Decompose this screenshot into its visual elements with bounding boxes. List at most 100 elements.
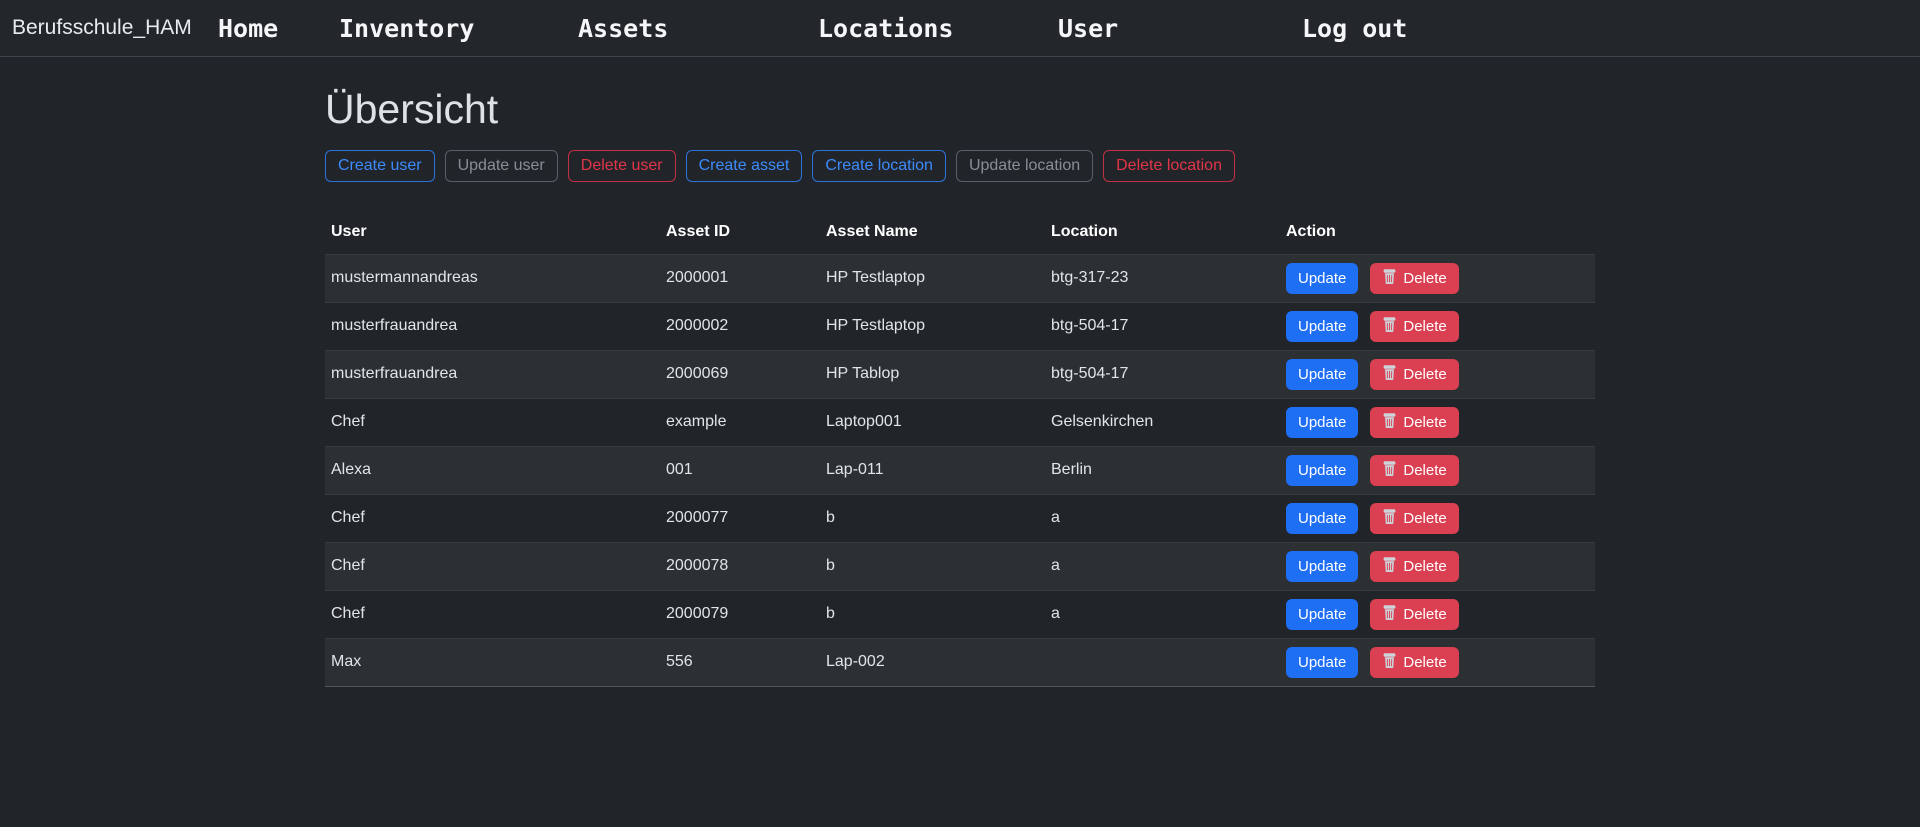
assets-table: User Asset ID Asset Name Location Action…	[325, 210, 1595, 687]
asset-id-cell: 556	[660, 638, 820, 686]
user-cell: musterfrauandrea	[325, 350, 660, 398]
asset-id-cell: 2000001	[660, 254, 820, 302]
update-button[interactable]: Update	[1286, 647, 1358, 678]
table-row: Max556Lap-002UpdateDelete	[325, 638, 1595, 686]
action-cell: Update Delete	[1280, 350, 1595, 398]
location-cell: btg-317-23	[1045, 254, 1280, 302]
trash-icon	[1382, 605, 1397, 621]
location-cell: a	[1045, 590, 1280, 638]
delete-button-label: Delete	[1403, 462, 1446, 479]
delete-button[interactable]: Delete	[1370, 407, 1458, 438]
user-cell: musterfrauandrea	[325, 302, 660, 350]
main-content: Übersicht Create user Update user Delete…	[325, 57, 1595, 687]
asset-name-cell: b	[820, 494, 1045, 542]
delete-button[interactable]: Delete	[1370, 311, 1458, 342]
nav-item-locations[interactable]: Locations	[818, 0, 953, 56]
update-button[interactable]: Update	[1286, 551, 1358, 582]
action-cell: Update Delete	[1280, 254, 1595, 302]
delete-button-label: Delete	[1403, 414, 1446, 431]
table-row: ChefexampleLaptop001GelsenkirchenUpdate D…	[325, 398, 1595, 446]
delete-button-label: Delete	[1403, 270, 1446, 287]
action-cell: Update Delete	[1280, 590, 1595, 638]
table-row: Alexa001Lap-011BerlinUpdateDelete	[325, 446, 1595, 494]
action-cell: Update Delete	[1280, 398, 1595, 446]
delete-button[interactable]: Delete	[1370, 551, 1458, 582]
trash-icon	[1382, 509, 1397, 525]
asset-name-cell: HP Tablop	[820, 350, 1045, 398]
location-cell: Gelsenkirchen	[1045, 398, 1280, 446]
asset-name-cell: Laptop001	[820, 398, 1045, 446]
user-cell: mustermannandreas	[325, 254, 660, 302]
user-cell: Max	[325, 638, 660, 686]
table-row: Chef2000079baUpdate Delete	[325, 590, 1595, 638]
create-asset-button[interactable]: Create asset	[686, 150, 803, 182]
asset-id-cell: 2000078	[660, 542, 820, 590]
action-cell: Update Delete	[1280, 302, 1595, 350]
nav-item-home[interactable]: Home	[218, 0, 278, 56]
toolbar: Create user Update user Delete user Crea…	[325, 150, 1595, 182]
delete-button-label: Delete	[1403, 510, 1446, 527]
create-user-button[interactable]: Create user	[325, 150, 435, 182]
user-cell: Chef	[325, 494, 660, 542]
delete-button[interactable]: Delete	[1370, 503, 1458, 534]
location-cell: btg-504-17	[1045, 350, 1280, 398]
header-asset-name: Asset Name	[820, 210, 1045, 254]
trash-icon	[1382, 557, 1397, 573]
trash-icon	[1382, 653, 1397, 669]
update-button[interactable]: Update	[1286, 359, 1358, 390]
action-cell: Update Delete	[1280, 446, 1595, 494]
location-cell: Berlin	[1045, 446, 1280, 494]
update-button[interactable]: Update	[1286, 263, 1358, 294]
table-row: musterfrauandrea2000069HP Tablopbtg-504-…	[325, 350, 1595, 398]
nav-item-user[interactable]: User	[1058, 0, 1118, 56]
delete-button-label: Delete	[1403, 654, 1446, 671]
delete-button[interactable]: Delete	[1370, 263, 1458, 294]
update-button[interactable]: Update	[1286, 407, 1358, 438]
asset-id-cell: 2000002	[660, 302, 820, 350]
table-row: musterfrauandrea2000002HP Testlaptopbtg-…	[325, 302, 1595, 350]
header-action: Action	[1280, 210, 1595, 254]
update-button[interactable]: Update	[1286, 599, 1358, 630]
delete-location-button[interactable]: Delete location	[1103, 150, 1235, 182]
nav-item-logout[interactable]: Log out	[1302, 0, 1407, 56]
delete-button[interactable]: Delete	[1370, 455, 1458, 486]
asset-id-cell: example	[660, 398, 820, 446]
delete-button-label: Delete	[1403, 606, 1446, 623]
update-button[interactable]: Update	[1286, 311, 1358, 342]
create-location-button[interactable]: Create location	[812, 150, 946, 182]
user-cell: Chef	[325, 542, 660, 590]
page-title: Übersicht	[325, 85, 1595, 134]
location-cell: a	[1045, 542, 1280, 590]
action-cell: Update Delete	[1280, 494, 1595, 542]
delete-button[interactable]: Delete	[1370, 359, 1458, 390]
trash-icon	[1382, 269, 1397, 285]
delete-button-label: Delete	[1403, 366, 1446, 383]
update-user-button[interactable]: Update user	[445, 150, 558, 182]
nav-item-assets[interactable]: Assets	[578, 0, 668, 56]
asset-id-cell: 001	[660, 446, 820, 494]
header-location: Location	[1045, 210, 1280, 254]
navbar-brand[interactable]: Berufsschule_HAM	[12, 0, 192, 56]
location-cell	[1045, 638, 1280, 686]
trash-icon	[1382, 461, 1397, 477]
action-cell: Update Delete	[1280, 542, 1595, 590]
location-cell: a	[1045, 494, 1280, 542]
delete-user-button[interactable]: Delete user	[568, 150, 676, 182]
user-cell: Alexa	[325, 446, 660, 494]
delete-button-label: Delete	[1403, 558, 1446, 575]
asset-name-cell: b	[820, 590, 1045, 638]
asset-id-cell: 2000079	[660, 590, 820, 638]
trash-icon	[1382, 365, 1397, 381]
trash-icon	[1382, 317, 1397, 333]
update-button[interactable]: Update	[1286, 455, 1358, 486]
update-location-button[interactable]: Update location	[956, 150, 1093, 182]
update-button[interactable]: Update	[1286, 503, 1358, 534]
delete-button[interactable]: Delete	[1370, 647, 1458, 678]
asset-id-cell: 2000077	[660, 494, 820, 542]
nav-item-inventory[interactable]: Inventory	[339, 0, 474, 56]
asset-name-cell: b	[820, 542, 1045, 590]
delete-button[interactable]: Delete	[1370, 599, 1458, 630]
user-cell: Chef	[325, 398, 660, 446]
user-cell: Chef	[325, 590, 660, 638]
asset-id-cell: 2000069	[660, 350, 820, 398]
